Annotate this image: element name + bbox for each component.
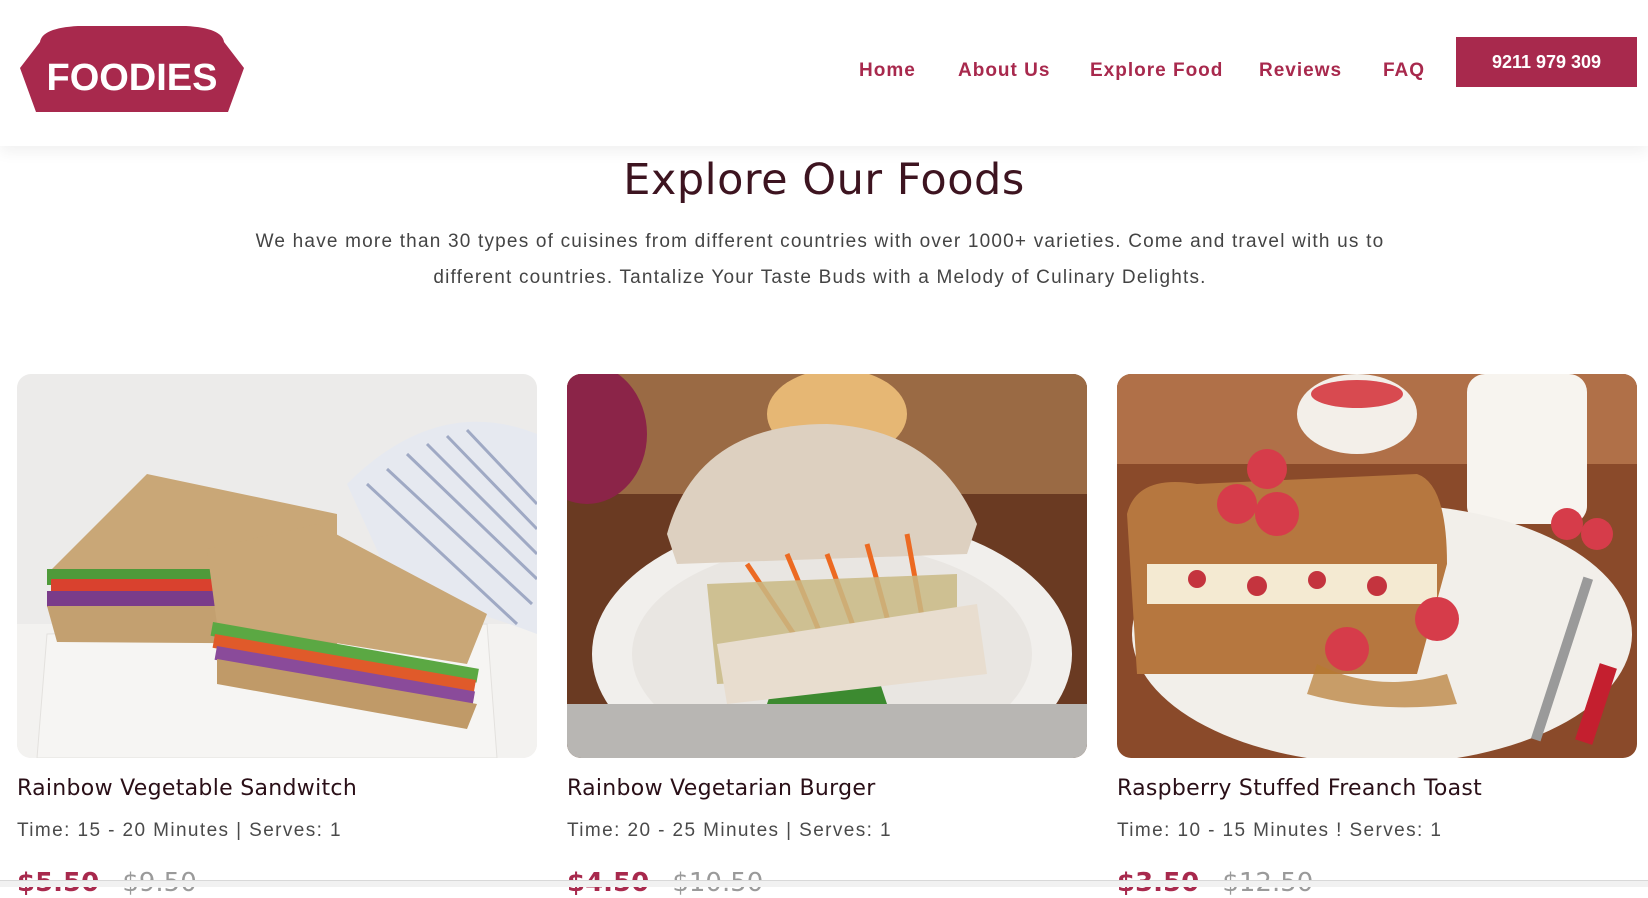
food-title[interactable]: Rainbow Vegetable Sandwitch [17, 776, 357, 801]
phone-button[interactable]: 9211 979 309 [1456, 37, 1637, 87]
section-description: We have more than 30 types of cuisines f… [255, 231, 1385, 288]
site-header: FOODIES Home About Us Explore Food Revie… [0, 0, 1648, 146]
food-card-french-toast: Raspberry Stuffed Freanch Toast Time: 10… [1117, 374, 1637, 898]
section-title: Explore Our Foods [623, 155, 1025, 205]
food-card-sandwich: Rainbow Vegetable Sandwitch Time: 15 - 2… [17, 374, 537, 898]
food-meta: Time: 15 - 20 Minutes | Serves: 1 [17, 820, 342, 841]
food-card-burger: Rainbow Vegetarian Burger Time: 20 - 25 … [567, 374, 1087, 898]
food-image-burger[interactable] [567, 374, 1087, 758]
food-image-sandwich[interactable] [17, 374, 537, 758]
food-image-french-toast[interactable] [1117, 374, 1637, 758]
nav-home[interactable]: Home [859, 60, 916, 82]
main-nav: Home About Us Explore Food Reviews FAQ [0, 60, 1648, 84]
food-title[interactable]: Raspberry Stuffed Freanch Toast [1117, 776, 1482, 801]
nav-faq[interactable]: FAQ [1383, 60, 1425, 82]
food-meta: Time: 20 - 25 Minutes | Serves: 1 [567, 820, 892, 841]
nav-about-us[interactable]: About Us [958, 60, 1050, 82]
nav-reviews[interactable]: Reviews [1259, 60, 1342, 82]
food-meta: Time: 10 - 15 Minutes ! Serves: 1 [1117, 820, 1443, 841]
food-title[interactable]: Rainbow Vegetarian Burger [567, 776, 876, 801]
nav-explore-food[interactable]: Explore Food [1090, 60, 1223, 82]
